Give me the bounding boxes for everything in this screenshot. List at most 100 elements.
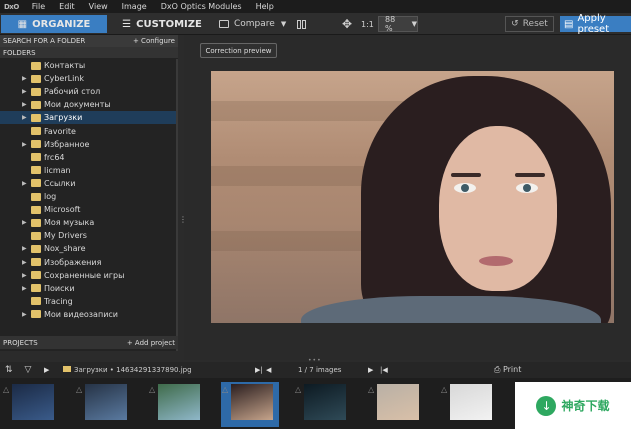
tree-item-label: licman <box>44 165 71 175</box>
folders-label: FOLDERS <box>3 48 36 57</box>
tree-item[interactable]: ▶ Nox_share <box>0 242 176 255</box>
sort-icon[interactable]: ⇅ <box>5 365 13 375</box>
move-tool-button[interactable]: ✥ <box>342 16 354 32</box>
expand-arrow-icon[interactable]: ▶ <box>22 101 31 108</box>
move-icon: ✥ <box>342 17 353 31</box>
thumbnail-image <box>304 384 346 420</box>
tree-item[interactable]: ▶ Мои документы <box>0 98 176 111</box>
previous-image-icon[interactable]: ◀ <box>266 366 271 374</box>
tree-item-label: Мои документы <box>44 100 111 110</box>
filmstrip-thumbnail[interactable]: △ <box>294 382 352 427</box>
correction-preview-button[interactable]: Correction preview <box>200 43 277 58</box>
tree-item-label: Рабочий стол <box>44 87 101 97</box>
folders-header[interactable]: FOLDERS <box>0 47 178 58</box>
tree-item[interactable]: ▶ Ссылки <box>0 177 176 190</box>
folder-icon <box>31 166 41 175</box>
tree-item-label: Избранное <box>44 139 90 149</box>
filmstrip-thumbnail[interactable]: △ <box>440 382 498 427</box>
expand-arrow-icon[interactable]: ▶ <box>22 75 31 82</box>
tree-item[interactable]: My Drivers <box>0 229 176 242</box>
tree-item-label: Favorite <box>44 126 76 136</box>
tree-item[interactable]: ▶ Поиски <box>0 282 176 295</box>
expand-arrow-icon[interactable]: ▶ <box>22 114 31 121</box>
zoom-1-1-button[interactable]: 1:1 <box>361 16 375 32</box>
filmstrip-thumbnail[interactable]: △ <box>2 382 60 427</box>
filmstrip-thumbnail[interactable]: △ <box>221 382 279 427</box>
menu-view[interactable]: View <box>82 2 115 11</box>
tree-item[interactable]: ▶ Моя музыка <box>0 216 176 229</box>
tab-customize-label: CUSTOMIZE <box>136 18 202 30</box>
expand-arrow-icon[interactable]: ▶ <box>22 272 31 279</box>
expand-arrow-icon[interactable]: ▶ <box>22 180 31 187</box>
filmstrip-thumbnail[interactable]: △ <box>367 382 425 427</box>
menu-help[interactable]: Help <box>249 2 281 11</box>
split-view-button[interactable] <box>297 16 309 32</box>
folder-icon <box>31 297 41 306</box>
compare-icon <box>219 20 229 28</box>
tree-item[interactable]: ▶ Изображения <box>0 256 176 269</box>
menu-edit[interactable]: Edit <box>52 2 82 11</box>
expand-arrow-icon[interactable]: ▶ <box>22 311 31 318</box>
warning-icon: △ <box>441 385 448 394</box>
arrow-right-icon[interactable]: ▶ <box>44 366 49 374</box>
menu-image[interactable]: Image <box>115 2 154 11</box>
search-folder-header[interactable]: SEARCH FOR A FOLDER + Configure <box>0 35 178 47</box>
apply-preset-button[interactable]: ▤ Apply preset <box>560 13 631 35</box>
tab-organize[interactable]: ▦ ORGANIZE <box>1 15 107 33</box>
tree-item[interactable]: ▶ CyberLink <box>0 72 176 85</box>
configure-button[interactable]: + Configure <box>133 37 175 45</box>
menu-dxo-optics-modules[interactable]: DxO Optics Modules <box>154 2 249 11</box>
reset-button[interactable]: ↺ Reset <box>505 16 554 32</box>
tree-item[interactable]: Microsoft <box>0 203 176 216</box>
expand-arrow-icon[interactable]: ▶ <box>22 245 31 252</box>
tree-item[interactable]: Favorite <box>0 125 176 138</box>
tree-item[interactable]: ▶ Мои видеозаписи <box>0 308 176 321</box>
projects-header[interactable]: PROJECTS + Add project <box>0 336 178 349</box>
folder-icon <box>31 61 41 70</box>
tree-item[interactable]: ▶ Сохраненные игры <box>0 269 176 282</box>
filter-icon[interactable]: ▽ <box>25 365 32 375</box>
next-image-icon[interactable]: ▶ <box>368 366 373 374</box>
last-image-icon[interactable]: |◀ <box>380 366 388 374</box>
tree-item[interactable]: Контакты <box>0 59 176 72</box>
tree-item[interactable]: ▶ Избранное <box>0 138 176 151</box>
tab-customize[interactable]: ☰ CUSTOMIZE <box>118 15 206 33</box>
tree-item[interactable]: log <box>0 190 176 203</box>
tree-item[interactable]: ▶ Рабочий стол <box>0 85 176 98</box>
add-project-button[interactable]: + Add project <box>127 339 175 347</box>
tree-item-label: Microsoft <box>44 205 81 215</box>
warning-icon: △ <box>368 385 375 394</box>
tree-item-label: Ссылки <box>44 178 76 188</box>
expand-arrow-icon[interactable]: ▶ <box>22 141 31 148</box>
watermark-text: 神奇下载 <box>561 399 610 413</box>
print-button[interactable]: ⎙ Print <box>494 365 521 375</box>
folder-icon <box>31 87 41 96</box>
tree-item-label: Моя музыка <box>44 218 95 228</box>
toolbar: ▦ ORGANIZE ☰ CUSTOMIZE Compare ▼ ✥ 1:1 8… <box>0 13 631 35</box>
panel-collapse-handle[interactable]: ⋮ <box>179 215 187 224</box>
expand-arrow-icon[interactable]: ▶ <box>22 219 31 226</box>
compare-button[interactable]: Compare ▼ <box>215 16 289 32</box>
folder-tree-scrollbar[interactable] <box>176 59 178 351</box>
tab-organize-label: ORGANIZE <box>32 18 91 30</box>
folder-icon <box>31 179 41 188</box>
expand-arrow-icon[interactable]: ▶ <box>22 285 31 292</box>
tree-item[interactable]: ▶ Загрузки <box>0 111 176 125</box>
expand-arrow-icon[interactable]: ▶ <box>22 88 31 95</box>
tree-item[interactable]: Tracing <box>0 295 176 308</box>
tree-item[interactable]: licman <box>0 164 176 177</box>
tree-item-label: frc64 <box>44 152 65 162</box>
filmstrip-thumbnail[interactable]: △ <box>75 382 133 427</box>
menu-file[interactable]: File <box>25 2 52 11</box>
expand-arrow-icon[interactable]: ▶ <box>22 259 31 266</box>
zoom-select[interactable]: 88 % ▼ <box>378 15 418 33</box>
split-view-icon <box>297 19 301 29</box>
tree-item-label: Tracing <box>44 296 73 306</box>
projects-label: PROJECTS <box>3 338 38 347</box>
first-image-icon[interactable]: ▶| <box>255 366 263 374</box>
sliders-icon: ☰ <box>122 18 132 30</box>
tree-item[interactable]: frc64 <box>0 151 176 164</box>
filmstrip-thumbnail[interactable]: △ <box>148 382 206 427</box>
thumbnail-image <box>85 384 127 420</box>
folder-icon <box>31 258 41 266</box>
